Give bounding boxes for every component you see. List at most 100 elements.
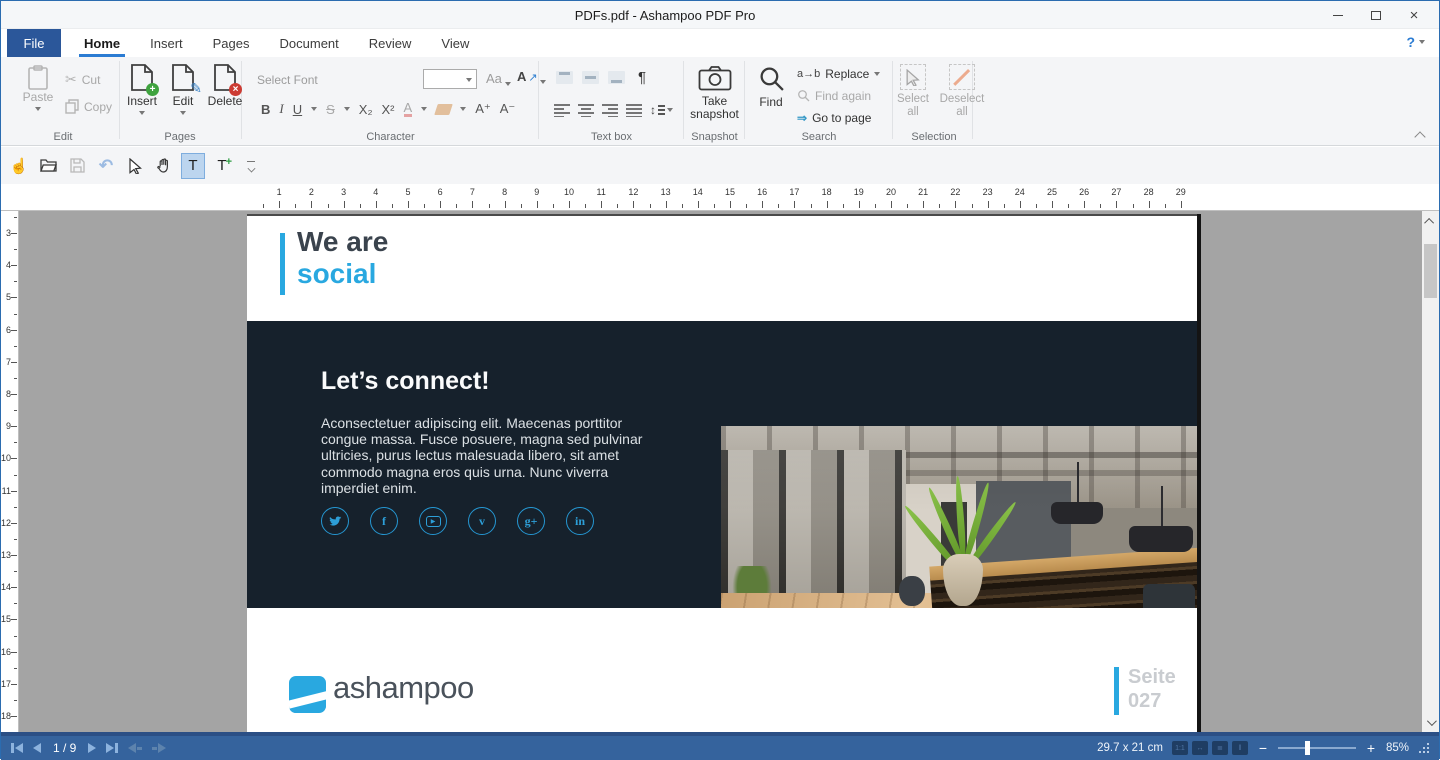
ruler-tick [360,204,361,208]
fit-page-button[interactable]: ≣ [1212,741,1228,755]
ruler-tick [11,297,17,298]
find-button[interactable]: Find [749,65,793,109]
align-middle-button[interactable] [582,71,599,84]
align-right-icon[interactable] [602,104,618,117]
fit-width-button[interactable]: ↔ [1192,741,1208,755]
tab-insert[interactable]: Insert [135,29,198,57]
chevron-down-icon[interactable] [421,107,427,111]
zoom-in-button[interactable]: + [1365,740,1377,756]
grow-font-button[interactable]: A⁺ [475,101,491,117]
group-edit-label: Edit [9,131,117,143]
italic-button[interactable]: I [279,101,283,117]
text-edit-tool[interactable]: T [181,153,205,179]
find-again-button[interactable]: Find again [797,88,880,103]
font-size-combobox[interactable] [423,69,477,89]
take-snapshot-button[interactable]: Take snapshot [687,65,742,121]
zoom-out-button[interactable]: − [1257,740,1269,756]
replace-label: Replace [825,67,869,81]
hand-tool[interactable] [152,153,176,179]
ruler-number: 15 [1,614,11,624]
actual-size-button[interactable]: 1:1 [1172,741,1188,755]
superscript-button[interactable]: X² [382,102,395,117]
open-file[interactable] [36,153,60,179]
shrink-font-button[interactable]: A⁻ [500,101,516,117]
scroll-down-button[interactable] [1422,714,1439,730]
tab-file[interactable]: File [7,29,61,57]
align-top-button[interactable] [556,71,573,84]
last-page-button[interactable] [106,743,118,753]
collapse-ribbon-button[interactable] [1416,130,1425,139]
replace-button[interactable]: a→b Replace [797,66,880,81]
copy-button[interactable]: Copy [65,99,112,114]
view-forward-button[interactable] [152,743,166,753]
tab-review[interactable]: Review [354,29,427,57]
select-tool[interactable] [123,153,147,179]
view-back-button[interactable] [128,743,142,753]
pdf-page[interactable]: We are social Let’s connect! Aconsectetu… [247,214,1197,732]
paste-button[interactable]: Paste [17,65,59,111]
select-all-button[interactable]: Select all [894,64,932,119]
tab-document[interactable]: Document [265,29,354,57]
maximize-button[interactable] [1357,1,1395,29]
vertical-scrollbar[interactable] [1422,211,1439,732]
align-justify-icon[interactable] [626,104,642,117]
deselect-all-button[interactable]: Deselect all [937,64,987,119]
font-name-field[interactable]: Select Font [257,73,318,87]
align-bottom-button[interactable] [608,71,625,84]
ruler-number: 17 [1,679,11,689]
underline-button[interactable]: U [293,102,302,117]
pilcrow-button[interactable]: ¶ [638,69,646,86]
next-page-button[interactable] [88,743,96,753]
ruler-tick [988,201,989,208]
zoom-slider-handle[interactable] [1305,741,1310,755]
chevron-down-icon[interactable] [460,107,466,111]
cut-label: Cut [82,73,101,87]
close-button[interactable]: × [1395,1,1433,29]
insert-page-button[interactable]: + Insert [123,63,161,115]
go-to-page-button[interactable]: ⇒ Go to page [797,110,880,125]
social-facebook-icon: f [370,507,398,535]
strikethrough-button[interactable]: S [326,102,335,117]
line-spacing-button[interactable]: ↕ [650,103,673,117]
subscript-button[interactable]: X₂ [359,102,373,117]
touch-tool[interactable]: ☝ [7,153,31,179]
ribbon-tab-bar: File HomeInsertPagesDocumentReviewView ? [1,29,1439,57]
arrow-right-icon: ⇒ [797,111,807,125]
ruler-tick [344,201,345,208]
help-button[interactable]: ? [1406,34,1425,50]
add-text-tool[interactable]: T+ [210,153,234,179]
tab-home[interactable]: Home [69,29,135,57]
toolbar-overflow[interactable] [239,153,263,179]
align-center-icon[interactable] [578,104,594,117]
minimize-button[interactable] [1319,1,1357,29]
document-canvas[interactable]: We are social Let’s connect! Aconsectetu… [19,211,1424,732]
highlighter-icon[interactable] [434,104,453,115]
group-textbox: ¶ ↕ Text box [540,57,683,146]
horizontal-ruler: 1234567891011121314151617181920212223242… [1,184,1439,211]
bold-button[interactable]: B [261,102,270,117]
zoom-slider[interactable] [1278,747,1356,749]
ruler-number: 11 [2,486,11,496]
scrollbar-thumb[interactable] [1424,244,1437,298]
facing-pages-button[interactable]: ‖ [1232,741,1248,755]
ruler-tick [666,201,667,208]
cut-button[interactable]: ✂ Cut [65,71,100,88]
tab-view[interactable]: View [426,29,484,57]
edit-page-button[interactable]: ✎ Edit [165,63,201,115]
first-page-button[interactable] [11,743,23,753]
align-left-icon[interactable] [554,104,570,117]
tab-pages[interactable]: Pages [198,29,265,57]
ruler-tick [424,204,425,208]
scroll-up-button[interactable] [1422,213,1439,229]
undo[interactable]: ↶ [94,153,118,179]
chevron-down-icon[interactable] [344,107,350,111]
chevron-down-icon[interactable] [311,107,317,111]
prev-page-button[interactable] [33,743,41,753]
brand-text: ashampoo [333,670,474,706]
resize-grip[interactable] [1418,742,1431,755]
page-footer-section: ashampoo Seite027 [247,608,1197,732]
font-color-button[interactable]: A [404,102,413,117]
change-case-button[interactable]: Aa [486,71,511,86]
save[interactable] [65,153,89,179]
delete-page-button[interactable]: × Delete [205,63,245,115]
